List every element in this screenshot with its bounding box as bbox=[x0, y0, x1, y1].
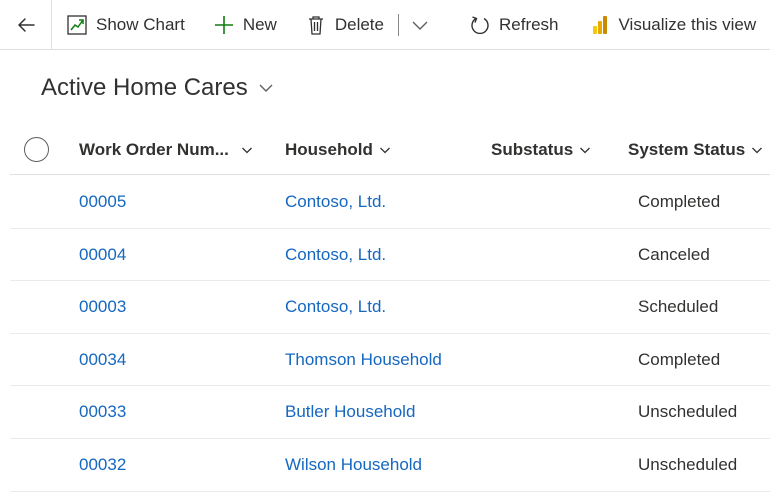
column-header-label: Household bbox=[285, 139, 373, 159]
system-status-cell: Completed bbox=[638, 192, 721, 211]
column-header-label: Work Order Num... bbox=[79, 139, 229, 159]
household-link[interactable]: Contoso, Ltd. bbox=[285, 176, 386, 228]
new-button[interactable]: New bbox=[213, 0, 277, 50]
show-chart-button[interactable]: Show Chart bbox=[66, 0, 185, 50]
system-status-cell: Scheduled bbox=[638, 297, 719, 317]
system-status-cell: Canceled bbox=[638, 244, 710, 264]
plus-icon bbox=[213, 14, 235, 36]
chevron-down-icon bbox=[751, 144, 763, 156]
column-header-system-status[interactable]: System Status bbox=[628, 124, 763, 175]
column-header-household[interactable]: Household bbox=[285, 124, 391, 175]
delete-label: Delete bbox=[334, 14, 384, 34]
household-link[interactable]: Wilson Household bbox=[285, 439, 422, 491]
chevron-down-icon bbox=[379, 144, 391, 156]
back-button[interactable] bbox=[0, 0, 52, 50]
system-status-cell: Unscheduled bbox=[638, 454, 738, 474]
system-status-cell: Unscheduled bbox=[638, 402, 738, 422]
column-header-label: Substatus bbox=[491, 139, 574, 159]
more-delete-options-button[interactable] bbox=[409, 0, 439, 50]
view-title: Active Home Cares bbox=[41, 74, 248, 101]
refresh-label: Refresh bbox=[498, 14, 559, 34]
table-row[interactable]: 00005 Contoso, Ltd. Completed bbox=[10, 176, 770, 229]
household-link[interactable]: Contoso, Ltd. bbox=[285, 281, 386, 333]
command-bar: Show Chart New Delete Refresh Visualize … bbox=[0, 0, 770, 50]
work-order-link[interactable]: 00003 bbox=[79, 281, 126, 333]
table-row[interactable]: 00003 Contoso, Ltd. Scheduled bbox=[10, 281, 770, 334]
grid-header: Work Order Num... Household Substatus Sy… bbox=[10, 124, 770, 175]
chevron-down-icon bbox=[258, 80, 274, 96]
column-header-substatus[interactable]: Substatus bbox=[491, 124, 591, 175]
grid-body: 00005 Contoso, Ltd. Completed 00004 Cont… bbox=[10, 176, 770, 492]
work-order-link[interactable]: 00004 bbox=[79, 229, 126, 281]
visualize-view-button[interactable]: Visualize this view bbox=[589, 0, 757, 50]
back-arrow-icon bbox=[17, 17, 35, 32]
new-label: New bbox=[242, 14, 277, 34]
work-order-link[interactable]: 00032 bbox=[79, 439, 126, 491]
column-header-label: System Status bbox=[628, 139, 746, 159]
command-separator bbox=[397, 13, 399, 36]
refresh-button[interactable]: Refresh bbox=[469, 0, 559, 50]
table-row[interactable]: 00033 Butler Household Unscheduled bbox=[10, 386, 770, 439]
work-order-link[interactable]: 00034 bbox=[79, 334, 126, 386]
chevron-down-icon bbox=[241, 144, 253, 156]
household-link[interactable]: Butler Household bbox=[285, 386, 415, 438]
column-header-work-order[interactable]: Work Order Num... bbox=[79, 124, 253, 175]
table-row[interactable]: 00004 Contoso, Ltd. Canceled bbox=[10, 229, 770, 282]
trash-icon bbox=[305, 14, 327, 36]
table-row[interactable]: 00034 Thomson Household Completed bbox=[10, 334, 770, 387]
visualize-label: Visualize this view bbox=[618, 14, 757, 34]
household-link[interactable]: Thomson Household bbox=[285, 334, 442, 386]
refresh-icon bbox=[469, 14, 491, 36]
chevron-down-icon bbox=[409, 14, 431, 36]
system-status-cell: Completed bbox=[638, 349, 721, 369]
show-chart-label: Show Chart bbox=[96, 14, 185, 34]
chevron-down-icon bbox=[579, 144, 591, 156]
delete-button[interactable]: Delete bbox=[305, 0, 384, 50]
power-bi-icon bbox=[589, 14, 611, 36]
chart-icon bbox=[66, 14, 88, 36]
table-row[interactable]: 00032 Wilson Household Unscheduled bbox=[10, 439, 770, 492]
view-selector[interactable]: Active Home Cares bbox=[41, 70, 274, 106]
work-order-link[interactable]: 00033 bbox=[79, 386, 126, 438]
select-all-checkbox[interactable] bbox=[24, 137, 49, 162]
household-link[interactable]: Contoso, Ltd. bbox=[285, 229, 386, 281]
work-order-link[interactable]: 00005 bbox=[79, 176, 126, 228]
